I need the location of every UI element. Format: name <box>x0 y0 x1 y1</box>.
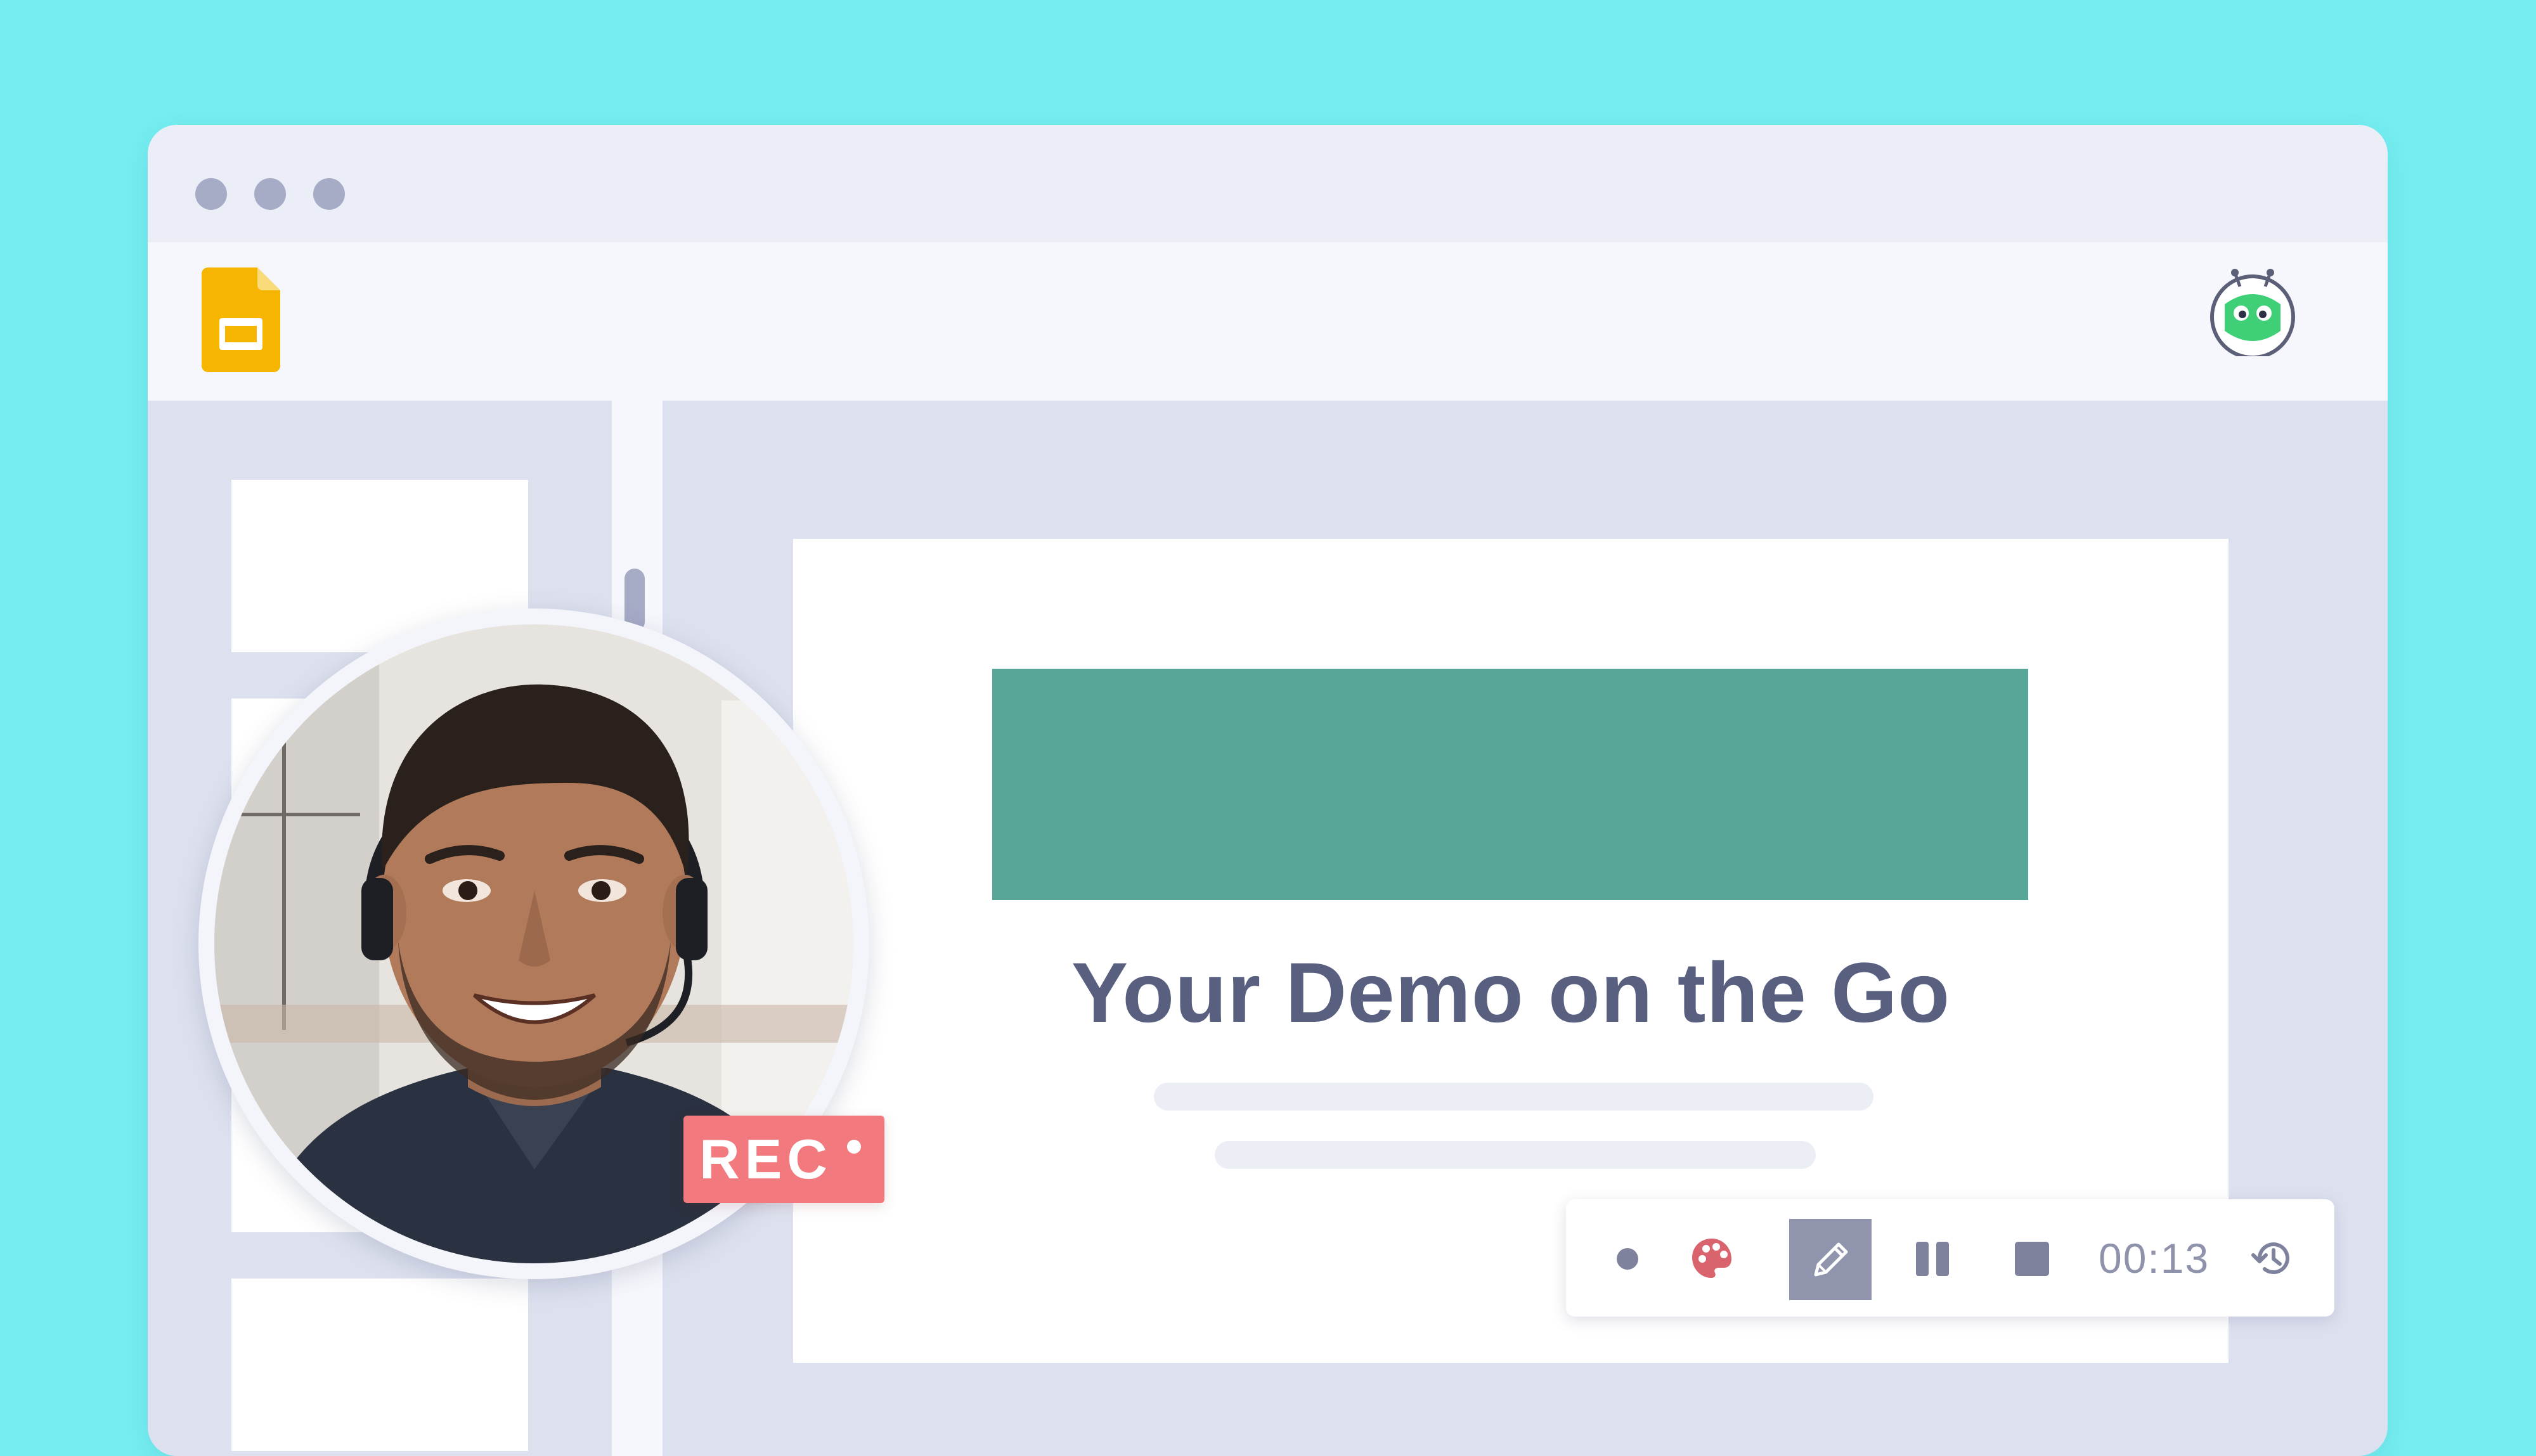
pen-tool-button[interactable] <box>1789 1219 1872 1300</box>
google-slides-logo-icon[interactable] <box>202 267 280 372</box>
rec-badge: REC <box>683 1116 884 1203</box>
rec-indicator-icon <box>847 1140 861 1154</box>
history-icon[interactable] <box>2251 1236 2295 1280</box>
pause-icon[interactable] <box>1915 1242 1951 1276</box>
app-toolbar <box>148 242 2388 401</box>
slide-title[interactable]: Your Demo on the Go <box>793 944 2229 1041</box>
title-bar <box>148 125 2388 242</box>
recording-timer: 00:13 <box>2099 1235 2210 1282</box>
window-minimize-dot[interactable] <box>254 178 286 210</box>
window-close-dot[interactable] <box>195 178 227 210</box>
palette-icon[interactable] <box>1690 1236 1734 1280</box>
robot-extension-icon[interactable] <box>2208 267 2297 356</box>
recording-controls: 00:13 <box>1566 1199 2334 1317</box>
slide-banner <box>992 669 2028 900</box>
slide-text-placeholder <box>1154 1083 1873 1111</box>
slide-text-placeholder <box>1215 1141 1816 1169</box>
stop-icon[interactable] <box>2015 1242 2049 1276</box>
slide-thumbnail[interactable] <box>231 1279 528 1451</box>
pencil-icon <box>1814 1242 1848 1277</box>
record-dot-icon[interactable] <box>1617 1248 1638 1270</box>
rec-label: REC <box>699 1128 832 1190</box>
window-maximize-dot[interactable] <box>313 178 345 210</box>
